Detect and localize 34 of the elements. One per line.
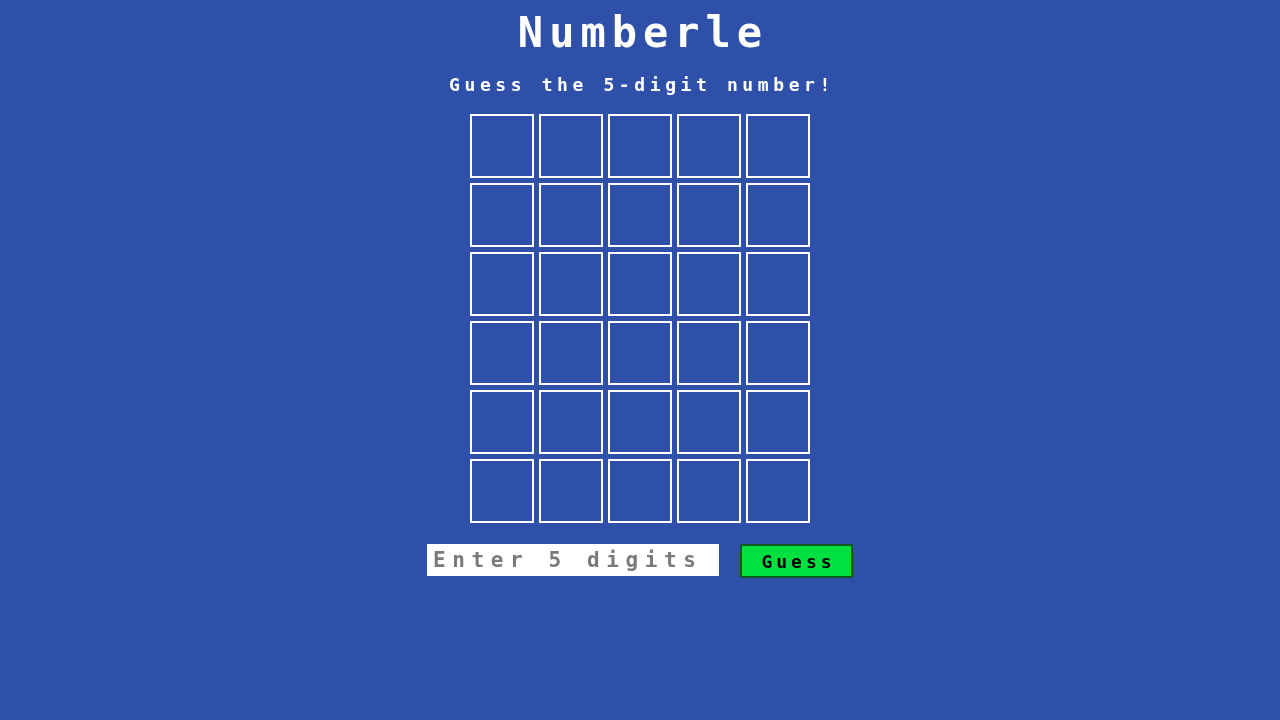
page-title: Numberle: [516, 12, 769, 54]
board-cell: [677, 114, 741, 178]
board-cell: [470, 321, 534, 385]
board-cell: [746, 114, 810, 178]
board-cell: [746, 183, 810, 247]
board-cell: [608, 459, 672, 523]
board-cell: [539, 459, 603, 523]
board-cell: [470, 459, 534, 523]
board-cell: [539, 321, 603, 385]
board-cell: [677, 183, 741, 247]
board-cell: [608, 114, 672, 178]
board-cell: [608, 321, 672, 385]
board-cell: [677, 390, 741, 454]
guess-input[interactable]: Enter 5 digits: [427, 544, 719, 576]
subtitle: Guess the 5-digit number!: [448, 75, 835, 95]
board-cell: [746, 252, 810, 316]
board-cell: [539, 390, 603, 454]
board-cell: [608, 390, 672, 454]
board-cell: [746, 321, 810, 385]
board-cell: [470, 114, 534, 178]
board-cell: [470, 183, 534, 247]
board-cell: [677, 459, 741, 523]
board-cell: [470, 252, 534, 316]
board-cell: [608, 252, 672, 316]
board-cell: [608, 183, 672, 247]
board-cell: [470, 390, 534, 454]
board-cell: [746, 459, 810, 523]
board-cell: [677, 321, 741, 385]
board-cell: [677, 252, 741, 316]
board-cell: [539, 114, 603, 178]
guess-button[interactable]: Guess: [740, 544, 853, 578]
board-cell: [539, 252, 603, 316]
board-cell: [746, 390, 810, 454]
board-cell: [539, 183, 603, 247]
